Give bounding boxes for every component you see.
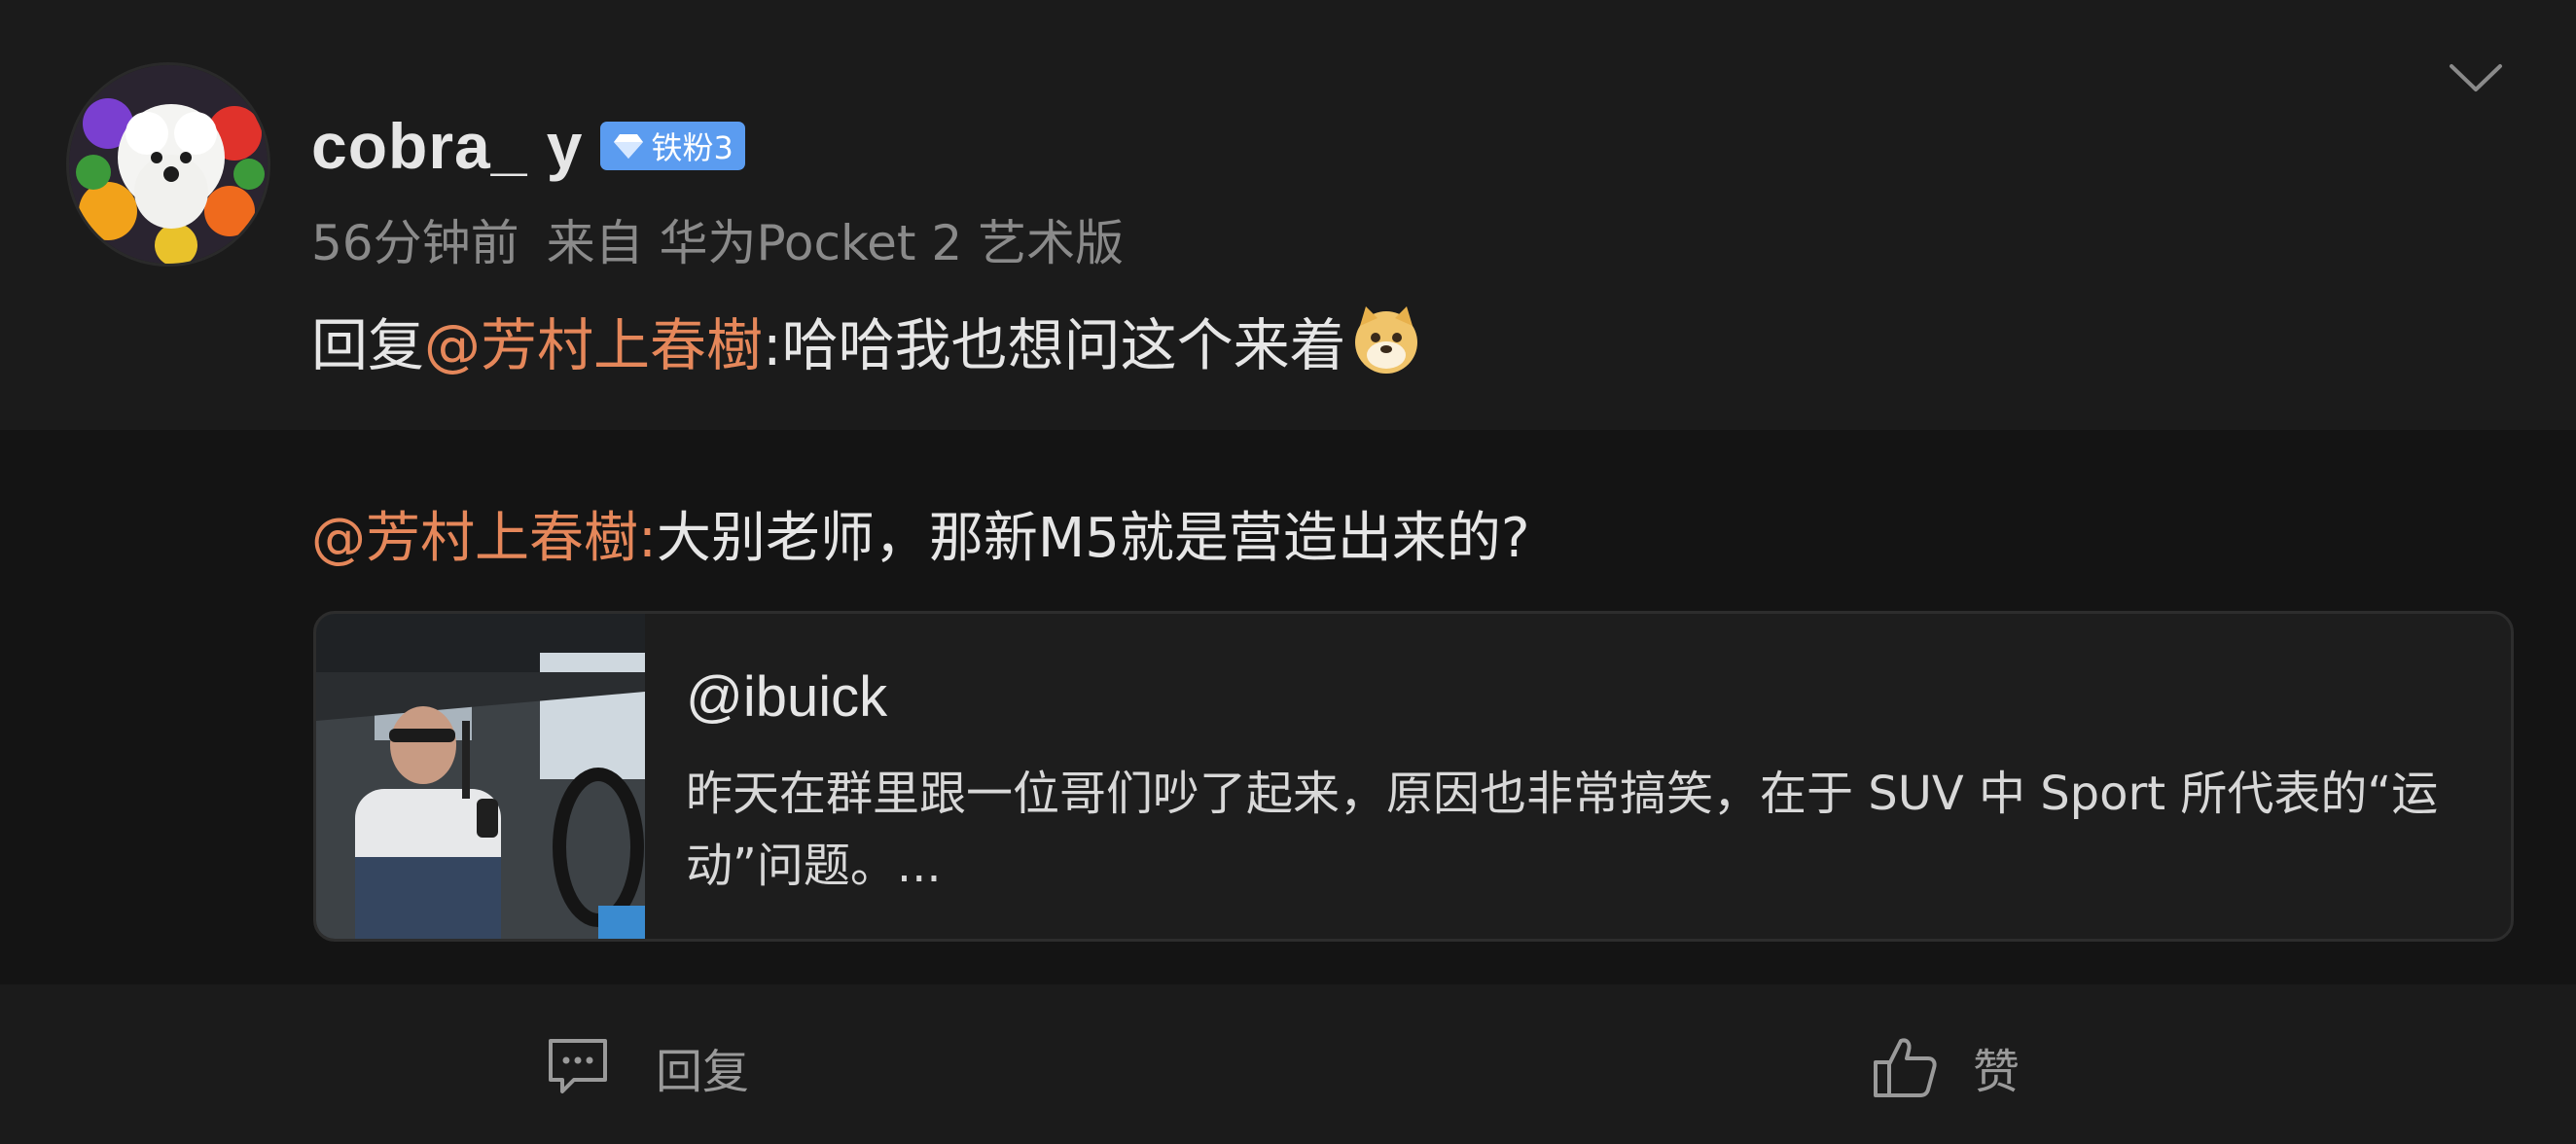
- doge-emoji-icon: [1354, 306, 1417, 374]
- quoted-text: @芳村上春樹:大别老师，那新M5就是营造出来的?: [311, 494, 1530, 573]
- comment-source: 来自 华为Pocket 2 艺术版: [546, 215, 1125, 271]
- comment-time: 56分钟前: [311, 215, 519, 271]
- article-author[interactable]: @ibuick: [686, 664, 887, 730]
- fan-badge[interactable]: 铁粉3: [600, 122, 745, 170]
- reply-mention[interactable]: @芳村上春樹: [424, 300, 763, 381]
- diamond-icon: [614, 134, 644, 159]
- username-row: cobra_ y 铁粉3: [311, 107, 745, 185]
- like-label: 赞: [1973, 1045, 2021, 1099]
- quoted-post[interactable]: @芳村上春樹:大别老师，那新M5就是营造出来的? @ibuick 昨天在群里跟一…: [0, 430, 2576, 984]
- reply-label: 回复: [656, 1045, 750, 1099]
- avatar[interactable]: [66, 62, 270, 267]
- like-button[interactable]: 赞: [1872, 1033, 2020, 1101]
- thumbs-up-icon: [1874, 1038, 1937, 1097]
- quoted-body: 大别老师，那新M5就是营造出来的?: [656, 507, 1530, 570]
- reply-body: :哈哈我也想问这个来着: [763, 312, 1346, 378]
- article-thumbnail: [316, 614, 645, 939]
- chevron-down-icon[interactable]: [2448, 58, 2504, 97]
- comment-body: 回复 @芳村上春樹:哈哈我也想问这个来着: [311, 300, 1422, 381]
- action-bar: 回复 赞: [0, 984, 2576, 1144]
- article-excerpt: 昨天在群里跟一位哥们吵了起来，原因也非常搞笑，在于 SUV 中 Sport 所代…: [686, 767, 2439, 893]
- fan-badge-label: 铁粉3: [651, 129, 733, 166]
- reply-button[interactable]: 回复: [545, 1033, 749, 1101]
- comment-header: cobra_ y 铁粉3 56分钟前 来自 华为Pocket 2 艺术版 回复 @芳…: [0, 0, 2576, 430]
- username[interactable]: cobra_ y: [311, 109, 583, 183]
- comment-meta: 56分钟前 来自 华为Pocket 2 艺术版: [311, 204, 1151, 274]
- comment-icon: [549, 1039, 607, 1093]
- article-card[interactable]: @ibuick 昨天在群里跟一位哥们吵了起来，原因也非常搞笑，在于 SUV 中 …: [313, 611, 2514, 942]
- quoted-mention[interactable]: @芳村上春樹:: [311, 507, 657, 570]
- reply-prefix: 回复: [311, 312, 425, 378]
